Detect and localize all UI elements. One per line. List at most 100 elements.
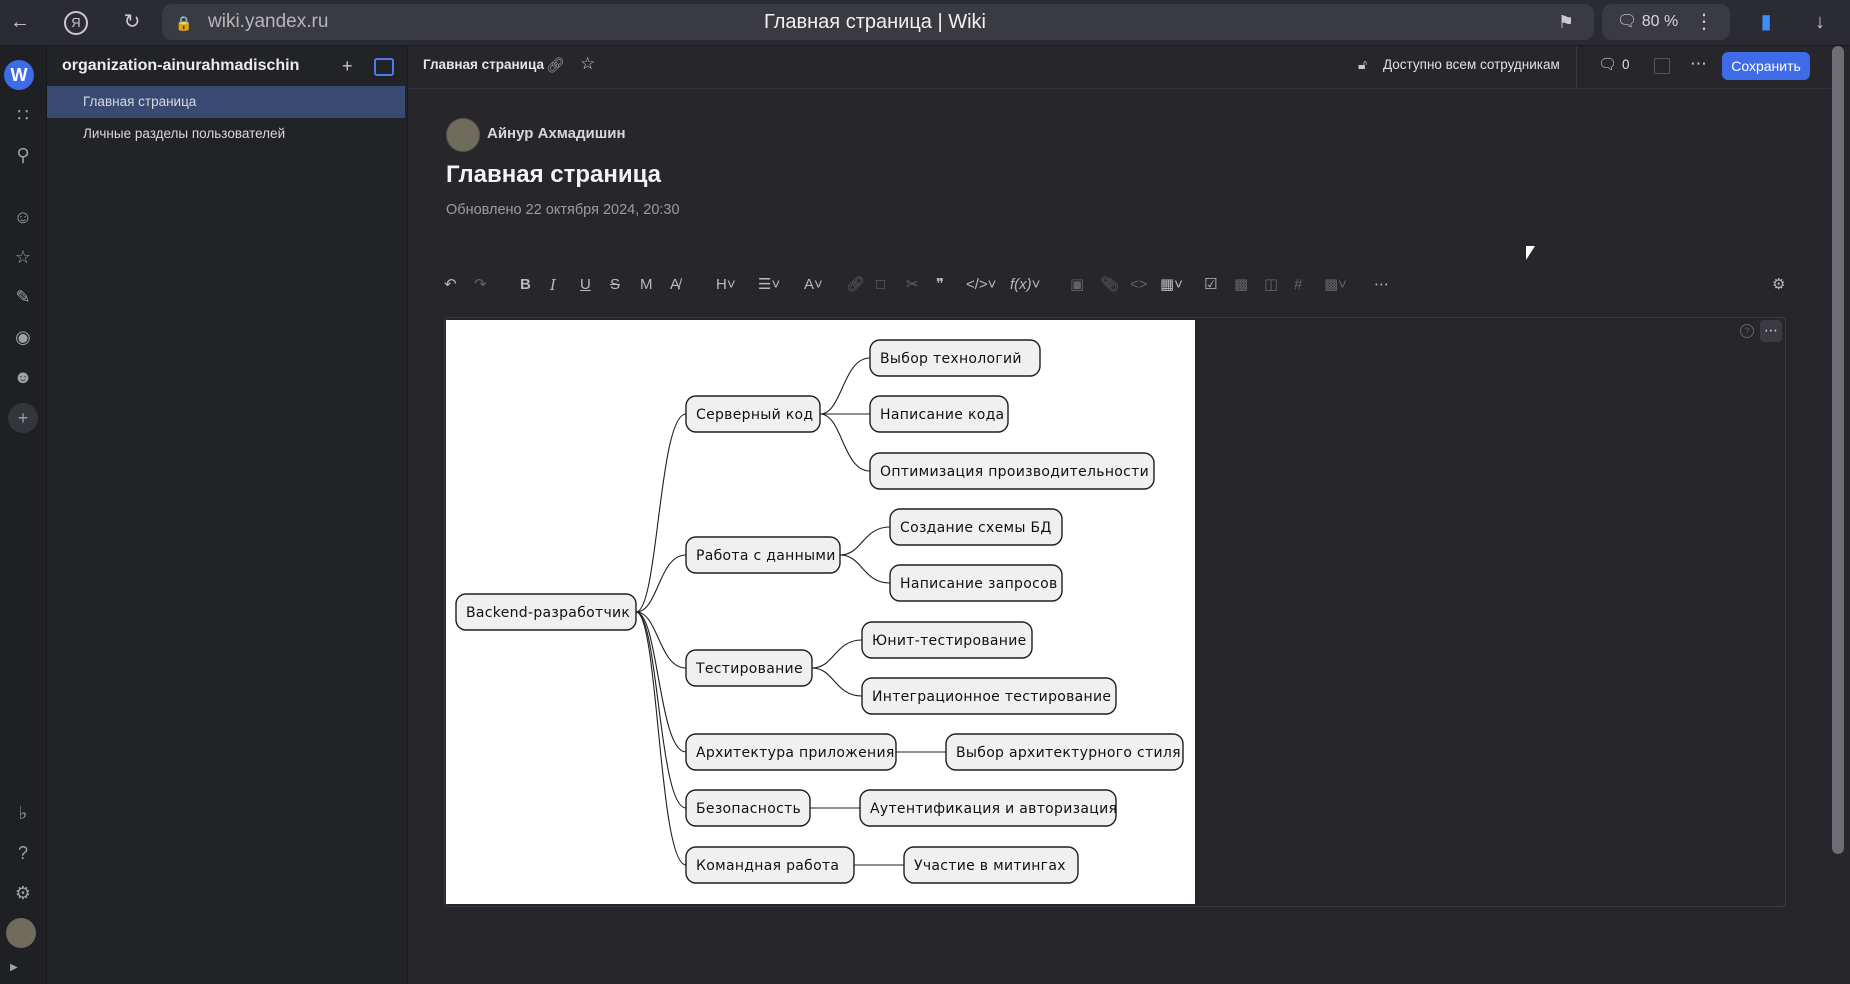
org-name[interactable]: organization-ainurahmadischin: [62, 57, 299, 75]
note-icon[interactable]: □: [876, 272, 885, 298]
mindmap-leaf-node[interactable]: Юнит-тестирование: [861, 621, 1033, 659]
formula-label: f(x): [1010, 276, 1032, 293]
bold-icon[interactable]: B: [520, 272, 531, 298]
scissors-icon[interactable]: ✂: [906, 272, 919, 298]
favorites-star-icon[interactable]: ☆: [8, 242, 38, 272]
breadcrumb[interactable]: Главная страница: [423, 57, 544, 72]
search-icon[interactable]: ⚲: [8, 140, 38, 170]
mindmap-connector: [839, 554, 891, 584]
mindmap-leaf-node[interactable]: Участие в митингах: [903, 846, 1079, 884]
mindmap-leaf-node[interactable]: Выбор архитектурного стиля: [945, 733, 1184, 771]
embed-icon[interactable]: ▩: [1234, 272, 1248, 298]
help-small-icon[interactable]: ?: [1740, 324, 1754, 338]
attachment-icon[interactable]: 📎︎: [1100, 272, 1119, 298]
avatar[interactable]: [6, 918, 36, 948]
mindmap-leaf-node[interactable]: Выбор технологий: [869, 339, 1041, 377]
mindmap-branch-node[interactable]: Тестирование: [685, 649, 813, 687]
comment-icon[interactable]: 🗨︎: [1598, 55, 1617, 73]
page-title[interactable]: Главная страница: [446, 161, 661, 189]
lock-icon: 🔒: [175, 15, 193, 31]
star-icon[interactable]: ☆: [580, 54, 595, 74]
strikethrough-icon[interactable]: S: [610, 272, 620, 298]
image-icon[interactable]: ▣: [1070, 272, 1084, 298]
help-icon[interactable]: ?: [8, 838, 38, 868]
mindmap-branch-node[interactable]: Работа с данными: [685, 536, 841, 574]
mouse-cursor-icon: [1526, 246, 1535, 260]
list-dropdown-icon[interactable]: ☰˅: [758, 272, 780, 298]
mindmap-leaf-label: Юнит-тестирование: [872, 633, 1027, 649]
extension-icon[interactable]: ▮: [1754, 10, 1778, 34]
gear-icon[interactable]: ⚙: [8, 878, 38, 908]
undo-icon[interactable]: ↶: [444, 272, 457, 298]
eye-icon[interactable]: ◉: [8, 322, 38, 352]
settings-icon[interactable]: ⚙: [1772, 272, 1785, 298]
mindmap-leaf-node[interactable]: Оптимизация производительности: [869, 452, 1155, 490]
scrollbar[interactable]: [1832, 46, 1844, 854]
mindmap-leaf-node[interactable]: Аутентификация и авторизация: [859, 789, 1117, 827]
code-block-icon[interactable]: <>: [1130, 272, 1148, 298]
chart-dropdown-icon[interactable]: ▩˅: [1324, 272, 1347, 298]
plus-icon[interactable]: +: [8, 403, 38, 433]
yandex-icon[interactable]: Я: [64, 11, 88, 35]
sidebar-toggle-icon[interactable]: [374, 58, 394, 76]
heading-dropdown[interactable]: H˅: [716, 272, 736, 298]
italic-icon[interactable]: I: [550, 272, 556, 298]
mindmap-branch-node[interactable]: Безопасность: [685, 789, 811, 827]
mindmap-root-node[interactable]: Backend-разработчик: [455, 593, 637, 631]
url-text[interactable]: wiki.yandex.ru: [208, 11, 328, 33]
save-button[interactable]: Сохранить: [1722, 52, 1810, 80]
quote-icon[interactable]: ❞: [936, 272, 944, 298]
checkbox-icon[interactable]: ☑: [1204, 272, 1217, 298]
table-dropdown-icon[interactable]: ▦˅: [1160, 272, 1183, 298]
add-page-icon[interactable]: +: [342, 56, 353, 77]
bell-icon[interactable]: ♭: [8, 798, 38, 828]
mindmap-leaf-node[interactable]: Написание кода: [869, 395, 1009, 433]
expand-arrow-icon[interactable]: ▶: [10, 962, 18, 973]
more-tools-icon[interactable]: ⋯: [1374, 272, 1389, 298]
comments-count[interactable]: 0: [1622, 57, 1630, 72]
user-edit-icon[interactable]: ✎: [8, 282, 38, 312]
clear-format-icon[interactable]: A̸: [670, 272, 680, 298]
access-status[interactable]: Доступно всем сотрудникам: [1383, 57, 1560, 72]
mindmap-branch-node[interactable]: Серверный код: [685, 395, 821, 433]
formula-dropdown[interactable]: f(x)˅: [1010, 272, 1040, 298]
workspace-badge[interactable]: W: [4, 60, 34, 90]
mindmap-leaf-node[interactable]: Написание запросов: [889, 564, 1063, 602]
mindmap-connector: [839, 526, 891, 556]
mindmap-branch-node[interactable]: Командная работа: [685, 846, 855, 884]
text-color-label: A: [804, 276, 815, 293]
mindmap-diagram[interactable]: Backend-разработчик Серверный код Выбор …: [446, 320, 1195, 904]
mindmap-root-label: Backend-разработчик: [466, 605, 630, 621]
author-name[interactable]: Айнур Ахмадишин: [487, 125, 626, 142]
bookmark-icon[interactable]: ⚑: [1554, 10, 1578, 34]
more-horizontal-icon[interactable]: ⋯: [1690, 54, 1707, 74]
redo-icon[interactable]: ↷: [474, 272, 487, 298]
mindmap-leaf-node[interactable]: Создание схемы БД: [889, 508, 1063, 546]
hashtag-icon[interactable]: #: [1294, 272, 1302, 298]
link-tool-icon[interactable]: 🔗︎: [846, 272, 865, 298]
mindmap-branch-node[interactable]: Архитектура приложения: [685, 733, 897, 771]
mindmap-leaf-label: Участие в митингах: [914, 858, 1066, 874]
block-menu-icon[interactable]: ⋯: [1760, 320, 1782, 342]
zoom-indicator[interactable]: 🗨︎ 80 %: [1617, 11, 1678, 31]
back-icon[interactable]: ←: [8, 10, 32, 34]
user-icon[interactable]: ☺: [8, 202, 38, 232]
mindmap-leaf-node[interactable]: Интеграционное тестирование: [861, 677, 1117, 715]
reload-icon[interactable]: ↻: [120, 10, 144, 34]
text-color-dropdown[interactable]: A˅: [804, 272, 823, 298]
user-add-icon[interactable]: ☻: [8, 362, 38, 392]
sidebar-item-personal-sections[interactable]: Личные разделы пользователей: [47, 118, 405, 150]
sidebar-item-home[interactable]: Главная страница: [47, 86, 405, 118]
monospace-icon[interactable]: M: [640, 272, 653, 298]
columns-icon[interactable]: ◫: [1264, 272, 1278, 298]
code-dropdown-icon[interactable]: </>˅: [966, 272, 996, 298]
page-info-icon[interactable]: [1654, 58, 1670, 74]
author-avatar[interactable]: [446, 118, 480, 152]
kebab-menu-icon[interactable]: ⋮: [1692, 10, 1716, 34]
apps-grid-icon[interactable]: ∷: [8, 100, 38, 130]
link-icon[interactable]: 🔗︎: [546, 56, 565, 74]
mindmap-branch-label: Серверный код: [696, 407, 813, 423]
download-icon[interactable]: ↓: [1808, 10, 1832, 34]
underline-icon[interactable]: U: [580, 272, 591, 298]
mindmap-branch-label: Тестирование: [695, 661, 803, 677]
